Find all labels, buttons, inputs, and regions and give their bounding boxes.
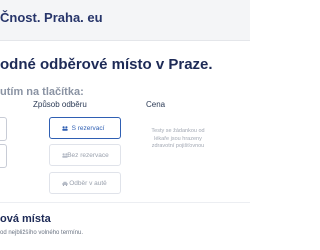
method-button-reservation[interactable]: S rezervací xyxy=(49,117,121,139)
left-option-box[interactable] xyxy=(0,117,7,141)
places-heading: ová místa xyxy=(0,213,51,225)
page-title: odné odběrové místo v Praze. xyxy=(0,56,213,73)
section-heading: utím na tlačítka: xyxy=(0,86,84,98)
method-button-no-reservation[interactable]: Bez rezervace xyxy=(49,144,121,166)
method-button-drive-through[interactable]: Odběr v autě xyxy=(49,172,121,194)
places-subtext: od nejbližšího volného termínu. xyxy=(0,230,84,236)
column-header-price: Cena xyxy=(146,100,166,109)
left-option-box[interactable] xyxy=(0,144,7,168)
people-icon xyxy=(62,153,68,158)
price-note: Testy se žádankou od lékaře jsou hrazeny… xyxy=(151,128,205,149)
site-logo[interactable]: Čnost. Praha. eu xyxy=(0,10,103,25)
people-icon xyxy=(62,126,68,131)
method-button-label: S rezervací xyxy=(71,124,105,132)
site-header: Čnost. Praha. eu xyxy=(0,0,250,41)
method-button-label: Odběr v autě xyxy=(69,179,107,187)
divider xyxy=(0,202,250,203)
method-button-label: Bez rezervace xyxy=(67,151,109,159)
column-header-method: Způsob odběru xyxy=(33,100,87,109)
car-icon xyxy=(62,181,68,186)
